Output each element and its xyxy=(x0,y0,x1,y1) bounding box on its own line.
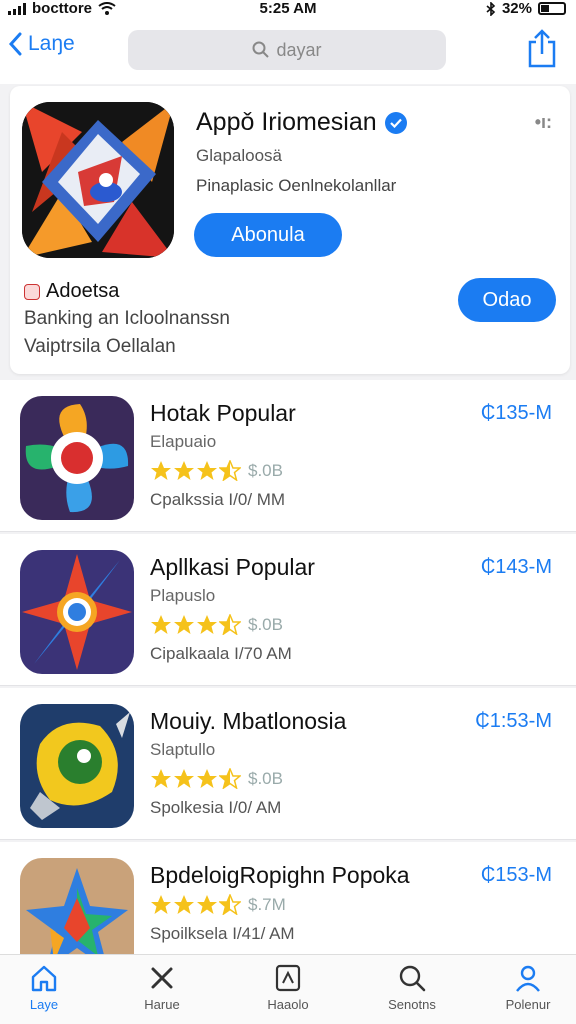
app-title: Hotak Popular xyxy=(150,400,296,426)
star-icon xyxy=(151,615,171,634)
app-rating-value: $.0B xyxy=(248,768,283,788)
tab-home[interactable]: Laye xyxy=(0,963,94,1012)
star-rating: $.0B xyxy=(150,768,283,789)
star-icon xyxy=(197,769,217,788)
star-half-icon xyxy=(219,460,241,481)
featured-app-subtitle: Glapaloosä xyxy=(196,146,283,165)
ad-badge-icon xyxy=(24,283,40,300)
document-icon xyxy=(275,964,301,992)
app-list-item[interactable]: Apllkasi Popular Plapuslo $.0B Cipalkaal… xyxy=(0,534,576,686)
star-rating: $.0B xyxy=(150,614,283,635)
home-icon xyxy=(31,965,57,992)
tab-document[interactable]: Haaolo xyxy=(238,963,338,1012)
tab-bar: Laye Harue Haaolo Senotns Polenur xyxy=(0,954,576,1024)
star-icon xyxy=(174,895,194,914)
status-right: 32% xyxy=(486,0,566,17)
ad-open-button[interactable]: Odao xyxy=(458,278,556,322)
app-icon xyxy=(20,396,134,520)
share-button[interactable] xyxy=(526,28,558,73)
app-rating-value: $.0B xyxy=(248,614,283,634)
status-bar: bocttore 5:25 AM 32% xyxy=(0,0,576,18)
tab-close[interactable]: Harue xyxy=(112,963,212,1012)
star-icon xyxy=(151,769,171,788)
close-icon xyxy=(151,967,173,989)
ad-label: Adoetsa xyxy=(46,280,120,302)
featured-app-icon xyxy=(22,102,174,258)
star-icon xyxy=(151,895,171,914)
star-icon xyxy=(174,461,194,480)
app-icon xyxy=(20,704,134,828)
star-icon xyxy=(197,461,217,480)
star-icon xyxy=(174,769,194,788)
battery-percent: 32% xyxy=(501,0,532,17)
battery-icon xyxy=(538,2,566,15)
featured-app-title: Appǒ Iriomesian xyxy=(196,108,407,137)
person-icon xyxy=(516,965,540,992)
featured-get-button[interactable]: Abonula xyxy=(194,213,342,257)
back-button[interactable]: Laŋe xyxy=(8,32,75,56)
app-category: Plapuslo xyxy=(150,586,216,605)
search-icon xyxy=(252,41,270,58)
share-icon xyxy=(528,29,556,68)
featured-title-text: Appǒ Iriomesian xyxy=(196,108,377,136)
app-price-button[interactable]: ₵153-M xyxy=(481,864,552,887)
tab-label: Laye xyxy=(29,997,59,1012)
tab-label: Polenur xyxy=(505,997,551,1012)
app-icon xyxy=(20,858,134,954)
search-placeholder: dayar xyxy=(276,39,322,60)
app-icon xyxy=(20,550,134,674)
app-meta: Cipalkaala I/70 AM xyxy=(150,644,292,663)
app-meta: Cpalkssia I/0/ MM xyxy=(150,490,286,509)
navigation-bar: Laŋe dayar xyxy=(0,18,576,84)
chevron-left-icon xyxy=(8,32,22,56)
star-icon xyxy=(197,615,217,634)
search-icon xyxy=(399,965,426,992)
app-price-button[interactable]: ₵1:53-M xyxy=(475,710,552,733)
app-meta: Spoilksela I/41/ AM xyxy=(150,924,295,943)
tab-label: Harue xyxy=(144,997,180,1012)
app-title: Mouiy. Mbatlonosia xyxy=(150,708,347,734)
app-title: Apllkasi Popular xyxy=(150,554,315,580)
app-list-item[interactable]: Hotak Popular Elapuaio $.0B Cpalkssia I/… xyxy=(0,380,576,532)
star-rating: $.0B xyxy=(150,460,283,481)
app-price-button[interactable]: ₵143-M xyxy=(481,556,552,579)
star-rating: $.7M xyxy=(150,894,286,915)
tab-profile[interactable]: Polenur xyxy=(478,963,576,1012)
search-field[interactable]: dayar xyxy=(128,30,446,70)
tab-search[interactable]: Senotns xyxy=(362,963,462,1012)
star-icon xyxy=(174,615,194,634)
tab-label: Senotns xyxy=(388,997,436,1012)
star-half-icon xyxy=(219,894,241,915)
app-price-button[interactable]: ₵135-M xyxy=(481,402,552,425)
bluetooth-icon xyxy=(486,1,496,16)
star-half-icon xyxy=(219,768,241,789)
tab-label: Haaolo xyxy=(267,997,309,1012)
app-category: Slaptullo xyxy=(150,740,216,759)
featured-app-description: Pinaplasic Oenlnekolanllar xyxy=(196,176,397,195)
featured-app-card[interactable]: Appǒ Iriomesian •ı: Glapaloosä Pinaplasi… xyxy=(10,86,570,374)
app-rating-value: $.7M xyxy=(248,894,286,914)
back-label: Laŋe xyxy=(28,32,75,55)
star-half-icon xyxy=(219,614,241,635)
app-rating-value: $.0B xyxy=(248,460,283,480)
ad-label-row: Adoetsa xyxy=(24,280,119,303)
more-options-icon[interactable]: •ı: xyxy=(535,112,552,133)
app-category: Elapuaio xyxy=(150,432,217,451)
app-meta: Spolkesia I/0/ AM xyxy=(150,798,282,817)
verified-badge-icon xyxy=(384,111,407,134)
app-title: BpdeloigRopighn Popoka xyxy=(150,862,410,888)
ad-description-line-2: Vaiptrsila Oellalan xyxy=(24,336,176,357)
ad-description-line-1: Banking an Icloolnanssn xyxy=(24,308,230,329)
app-list-item[interactable]: BpdeloigRopighn Popoka $.7M Spoilksela I… xyxy=(0,842,576,954)
star-icon xyxy=(197,895,217,914)
app-list-item[interactable]: Mouiy. Mbatlonosia Slaptullo $.0B Spolke… xyxy=(0,688,576,840)
star-icon xyxy=(151,461,171,480)
